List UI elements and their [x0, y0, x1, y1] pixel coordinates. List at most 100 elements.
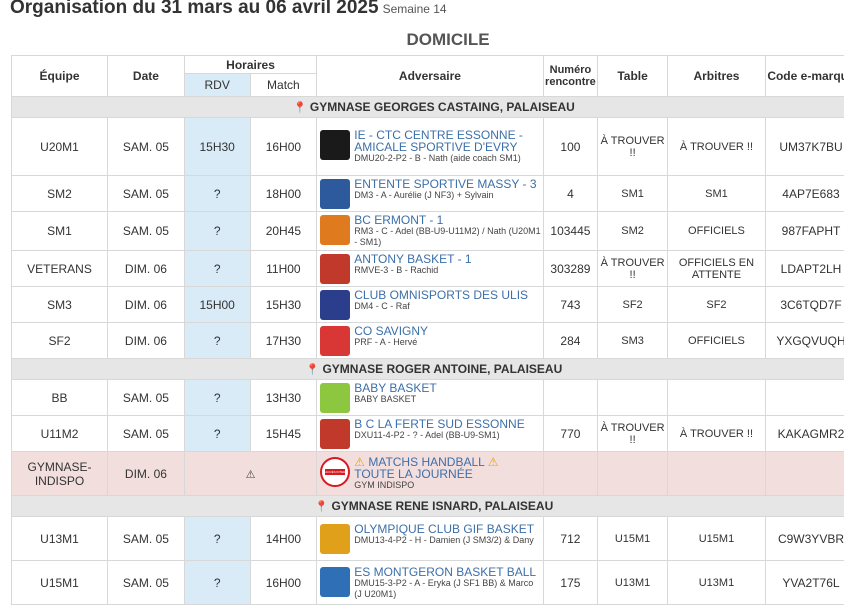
opponent-link[interactable]: OLYMPIQUE CLUB GIF BASKET	[319, 523, 540, 535]
cell-equipe: GYMNASE-INDISPO	[10, 451, 109, 496]
cell-rdv: ?	[183, 250, 251, 287]
opponent-detail: PRF - A - Hervé	[354, 337, 418, 347]
cell-equipe: SM3	[10, 286, 109, 323]
team-logo	[320, 290, 351, 320]
cell-code: 4AP7E683	[764, 175, 844, 212]
cell-code: 987FAPHT	[764, 211, 844, 251]
cell-code: UM37K7BU	[764, 117, 844, 176]
cell-date: SAM. 05	[107, 516, 185, 561]
table-row: SM3 DIM. 06 15H00 15H30 CLUB OMNISPORTS DES …	[10, 286, 844, 323]
cell-table: U13M1	[597, 560, 668, 605]
opponent-link[interactable]: IE - CTC CENTRE ESSONNE - AMICALE SPORTI…	[319, 129, 540, 153]
cell-adversaire: B C LA FERTE SUD ESSONNE DXU11-4-P2 - ? -…	[316, 415, 544, 452]
team-logo	[320, 326, 351, 356]
cell-table: SM1	[597, 175, 668, 212]
gym-name: 📍 GYMNASE RENE ISNARD, PALAISEAU	[11, 495, 844, 517]
team-logo	[320, 566, 351, 597]
gym-header: 📍 GYMNASE GEORGES CASTAING, PALAISEAU	[11, 96, 844, 118]
cell-numero	[542, 379, 599, 416]
cell-numero: 712	[542, 516, 599, 561]
cell-arbitres: À TROUVER !!	[666, 117, 766, 176]
col-date: Date	[107, 55, 185, 97]
cell-numero: 175	[542, 560, 599, 605]
cell-adversaire: IE - CTC CENTRE ESSONNE - AMICALE SPORTI…	[316, 117, 544, 176]
col-horaires: Horaires	[183, 55, 318, 74]
cell-adversaire: OLYMPIQUE CLUB GIF BASKET DMU13-4-P2 - H …	[316, 516, 544, 561]
cell-equipe: SM1	[10, 211, 109, 251]
cell-empty	[597, 451, 668, 496]
gym-unavailable-row: GYMNASE-INDISPODIM. 06⚠ACCÈS INTERDIT⚠ M…	[10, 451, 844, 496]
opponent-link[interactable]: ENTENTE SPORTIVE MASSY - 3	[319, 178, 540, 190]
schedule-table: Équipe Date Horaires Adversaire Numéro r…	[10, 55, 844, 605]
cell-code: LDAPT2LH	[764, 250, 844, 287]
cell-match: 17H30	[249, 322, 318, 359]
opponent-link[interactable]: ANTONY BASKET - 1	[319, 253, 540, 265]
cell-rdv: ?	[183, 211, 251, 251]
cell-date: DIM. 06	[107, 250, 185, 287]
table-row: SM2 SAM. 05? 18H00 ENTENTE SPORTIVE MASSY -…	[10, 175, 844, 212]
page-title: Organisation du 31 mars au 06 avril 2025…	[10, 0, 447, 18]
opponent-detail: RMVE-3 - B - Rachid	[354, 265, 439, 275]
cell-rdv: ?	[183, 322, 251, 359]
opponent-link[interactable]: CO SAVIGNY	[319, 325, 540, 337]
cell-rdv: 15H00	[183, 286, 251, 323]
opponent-link[interactable]: BC ERMONT - 1	[319, 214, 540, 226]
cell-arbitres: OFFICIELS EN ATTENTE	[666, 250, 766, 287]
col-table: Table	[597, 55, 668, 97]
cell-table: SF2	[597, 286, 668, 323]
team-logo	[320, 130, 351, 160]
team-logo	[320, 383, 351, 413]
cell-table: À TROUVER !!	[597, 415, 668, 452]
no-entry-sign-text: ACCÈS INTERDIT	[325, 469, 346, 475]
cell-rdv: ?	[183, 379, 251, 416]
cell-horaires: ⚠	[183, 451, 318, 496]
cell-match: 15H30	[249, 286, 318, 323]
cell-equipe: VETERANS	[10, 250, 109, 287]
cell-equipe: BB	[10, 379, 109, 416]
opponent-link[interactable]: ES MONTGERON BASKET BALL	[319, 566, 540, 578]
gym-name: 📍 GYMNASE GEORGES CASTAING, PALAISEAU	[11, 96, 844, 118]
opponent-detail: DMU20-2-P2 - B - Nath (aide coach SM1)	[354, 153, 521, 163]
opponent-link[interactable]: BABY BASKET	[319, 382, 540, 394]
opponent-detail: DM4 - C - Raf	[354, 301, 410, 311]
table-row: BB SAM. 05? 13H30 BABY BASKET BABY BASKET	[10, 379, 844, 416]
week-label: Semaine 14	[382, 2, 447, 16]
cell-arbitres: OFFICIELS	[666, 211, 766, 251]
gym-header: 📍 GYMNASE ROGER ANTOINE, PALAISEAU	[11, 358, 844, 380]
cell-adversaire: ACCÈS INTERDIT⚠ MATCHS HANDBALL ⚠TOUTE L…	[316, 451, 544, 496]
unavailable-subtitle: TOUTE LA JOURNÉE	[354, 467, 473, 481]
cell-adversaire: CLUB OMNISPORTS DES ULIS DM4 - C - Raf	[316, 286, 544, 323]
cell-table: SM3	[597, 322, 668, 359]
opponent-detail: DMU15-3-P2 - A - Eryka (J SF1 BB) & Marc…	[354, 577, 534, 599]
cell-rdv: ?	[183, 175, 251, 212]
cell-match: 16H00	[249, 117, 318, 176]
cell-equipe: SM2	[10, 175, 109, 212]
warning-icon: ⚠	[484, 455, 499, 469]
cell-empty	[666, 451, 766, 496]
cell-code: 3C6TQD7F	[764, 286, 844, 323]
gym-name-label: GYMNASE ROGER ANTOINE, PALAISEAU	[322, 362, 563, 376]
opponent-detail: RM3 - C - Adel (BB-U9-U11M2) / Nath (U20…	[354, 226, 541, 247]
cell-equipe: U15M1	[10, 560, 109, 605]
cell-equipe: U11M2	[10, 415, 109, 452]
cell-adversaire: ENTENTE SPORTIVE MASSY - 3 DM3 - A - Auré…	[316, 175, 544, 212]
opponent-link[interactable]: B C LA FERTE SUD ESSONNE	[319, 418, 540, 430]
gym-header: 📍 GYMNASE RENE ISNARD, PALAISEAU	[11, 495, 844, 517]
cell-date: SAM. 05	[107, 415, 185, 452]
cell-numero: 743	[542, 286, 599, 323]
cell-table: U15M1	[597, 516, 668, 561]
opponent-detail: DXU11-4-P2 - ? - Adel (BB-U9-SM1)	[354, 430, 500, 440]
cell-date: DIM. 06	[107, 286, 185, 323]
cell-arbitres: À TROUVER !!	[666, 415, 766, 452]
cell-equipe: U13M1	[10, 516, 109, 561]
cell-empty	[764, 451, 844, 496]
opponent-link[interactable]: CLUB OMNISPORTS DES ULIS	[319, 289, 540, 301]
cell-rdv: ?	[183, 516, 251, 561]
cell-table	[597, 379, 668, 416]
cell-date: SAM. 05	[107, 560, 185, 605]
table-row: U13M1 SAM. 05? 14H00 OLYMPIQUE CLUB GIF BAS…	[10, 516, 844, 561]
cell-arbitres: SF2	[666, 286, 766, 323]
cell-empty	[542, 451, 599, 496]
cell-match: 13H30	[249, 379, 318, 416]
cell-date: SAM. 05	[107, 379, 185, 416]
